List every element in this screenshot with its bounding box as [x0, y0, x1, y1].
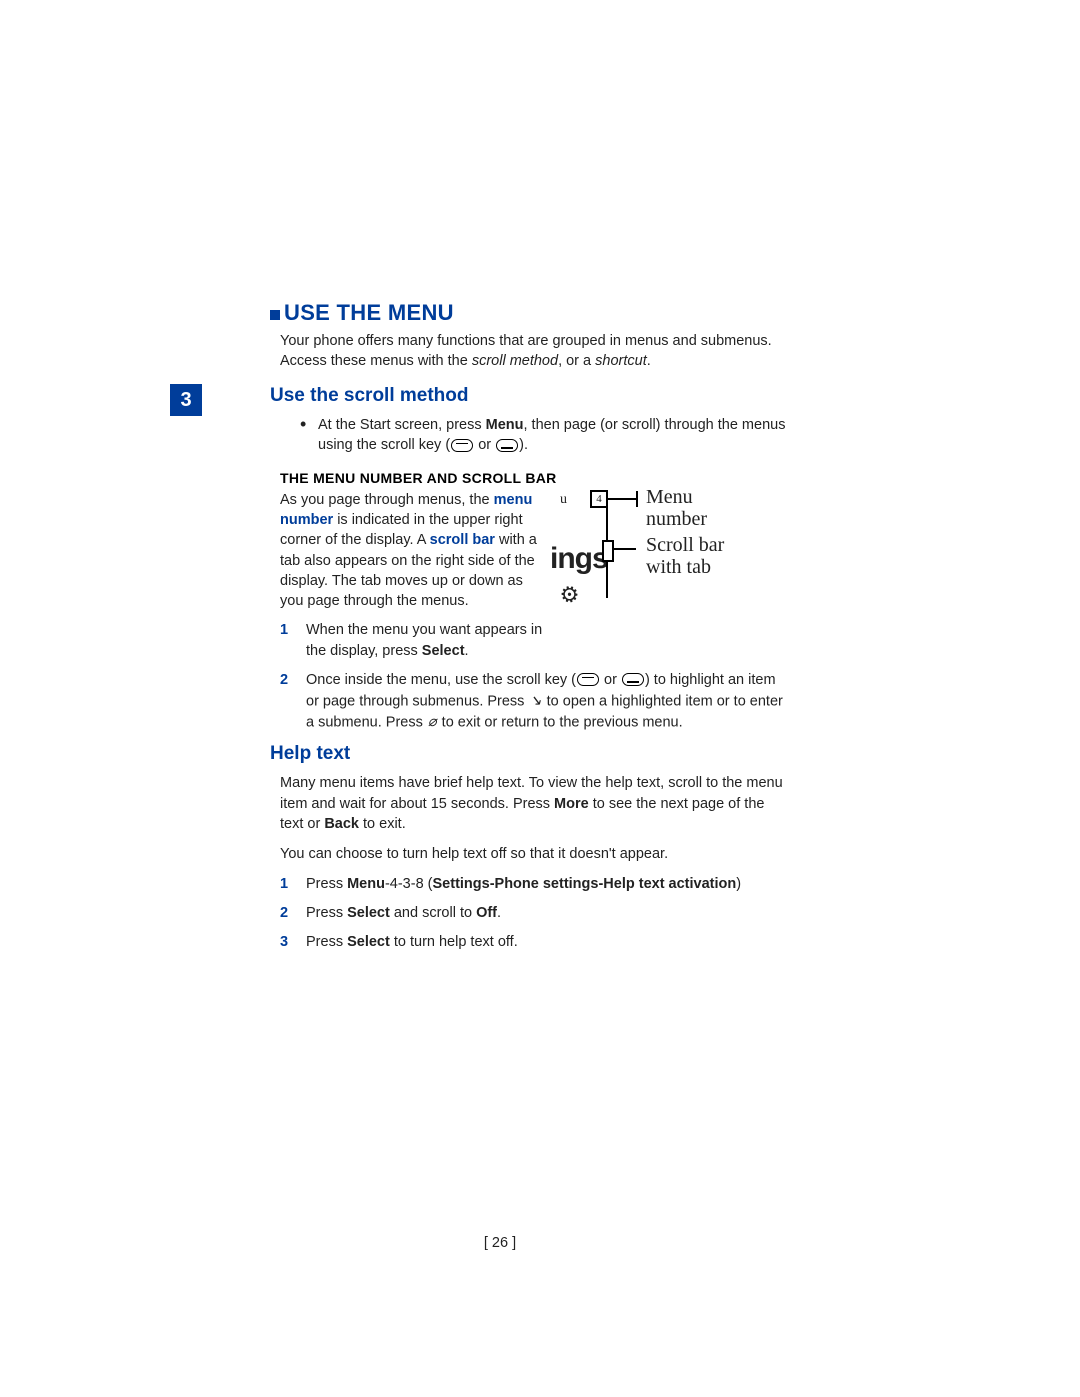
step-number: 3: [280, 932, 288, 953]
list-item: 1 Press Menu-4-3-8 (Settings-Phone setti…: [280, 874, 790, 895]
scroll-down-key-icon: [622, 673, 644, 686]
numbered-list: 1 Press Menu-4-3-8 (Settings-Phone setti…: [280, 874, 790, 953]
list-item: 3 Press Select to turn help text off.: [280, 932, 790, 953]
heading-text: USE THE MENU: [284, 300, 454, 325]
paragraph: You can choose to turn help text off so …: [280, 844, 790, 864]
diagram-label-menu-number: Menu number: [646, 490, 707, 530]
subheading-scroll-method: Use the scroll method: [270, 385, 790, 407]
step-number: 2: [280, 670, 288, 691]
bullet-item: At the Start screen, press Menu, then pa…: [300, 415, 790, 456]
subheading-menu-number-scrollbar: THE MENU NUMBER AND SCROLL BAR: [280, 470, 790, 486]
intro-paragraph: Your phone offers many functions that ar…: [280, 332, 790, 371]
list-item: 2 Once inside the menu, use the scroll k…: [280, 670, 790, 734]
paragraph: Many menu items have brief help text. To…: [280, 773, 790, 834]
chapter-number-badge: 3: [170, 384, 202, 416]
send-key-icon: ↘: [529, 691, 541, 712]
diagram-callout-line: [612, 548, 636, 550]
bullet-list: At the Start screen, press Menu, then pa…: [300, 415, 790, 456]
numbered-list: 1 When the menu you want appears in the …: [280, 620, 790, 734]
list-item: 2 Press Select and scroll to Off.: [280, 903, 790, 924]
diagram-callout-line: [606, 498, 636, 500]
page-number: [ 26 ]: [210, 1235, 790, 1251]
subheading-help-text: Help text: [270, 743, 790, 765]
diagram-menu-icon: ⚙: [556, 578, 583, 613]
scroll-up-key-icon: [451, 439, 473, 452]
diagram-partial-text-ings: ings: [550, 538, 608, 580]
manual-page: 3 USE THE MENU Your phone offers many fu…: [210, 300, 790, 964]
diagram-scrollbar-tab: [602, 540, 614, 562]
step-number: 1: [280, 620, 288, 641]
scroll-up-key-icon: [577, 673, 599, 686]
heading-bullet-icon: [270, 310, 280, 320]
scrollbar-diagram: u 4 Menu number ings Scroll bar with tab…: [560, 490, 790, 620]
list-item: 1 When the menu you want appears in the …: [280, 620, 790, 662]
diagram-label-scrollbar: Scroll bar with tab: [646, 534, 724, 578]
scrollbar-explainer: u 4 Menu number ings Scroll bar with tab…: [280, 490, 790, 744]
step-number: 1: [280, 874, 288, 895]
section-heading-use-the-menu: USE THE MENU: [270, 300, 790, 326]
scroll-down-key-icon: [496, 439, 518, 452]
end-key-icon: ⌀: [428, 712, 437, 733]
step-number: 2: [280, 903, 288, 924]
diagram-char-u: u: [560, 490, 567, 510]
